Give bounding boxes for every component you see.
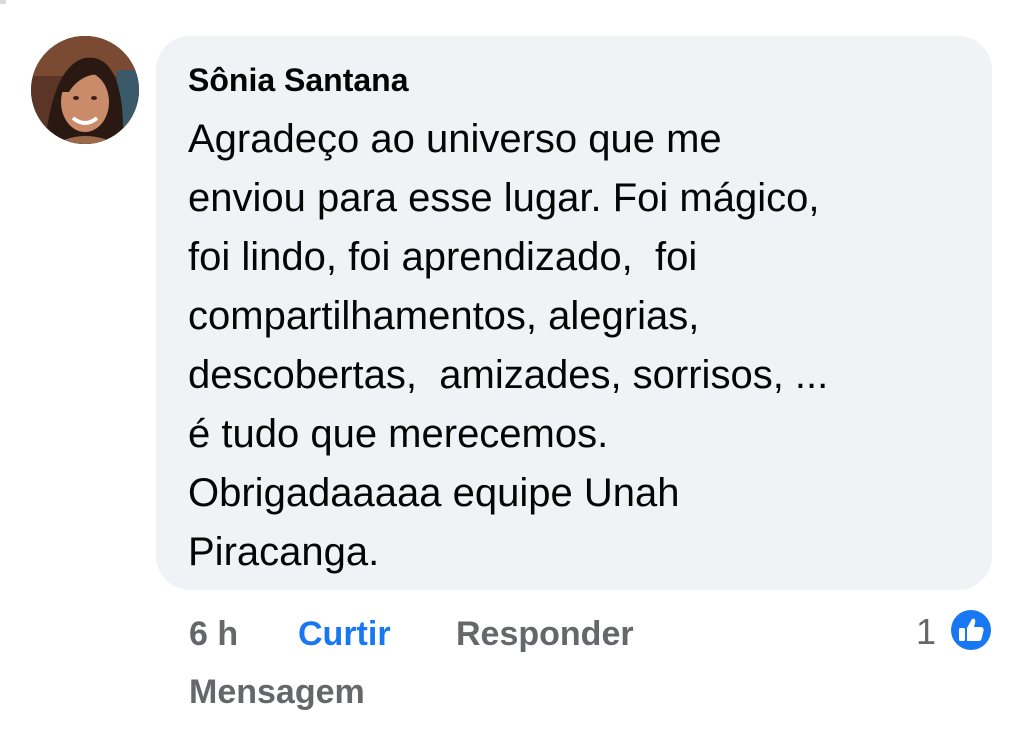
reaction-count[interactable]: 1 xyxy=(916,612,936,652)
comment-timestamp[interactable]: 6 h xyxy=(189,614,238,654)
comment-author-name[interactable]: Sônia Santana xyxy=(188,60,409,100)
like-thumb-icon[interactable] xyxy=(947,606,995,654)
top-edge-divider xyxy=(0,0,6,4)
reply-button[interactable]: Responder xyxy=(456,614,634,654)
comment-text: Agradeço ao universo que me enviou para … xyxy=(188,117,829,574)
message-button[interactable]: Mensagem xyxy=(189,672,365,712)
avatar[interactable] xyxy=(31,36,139,144)
profile-photo-icon xyxy=(31,36,139,144)
like-button[interactable]: Curtir xyxy=(298,614,391,654)
